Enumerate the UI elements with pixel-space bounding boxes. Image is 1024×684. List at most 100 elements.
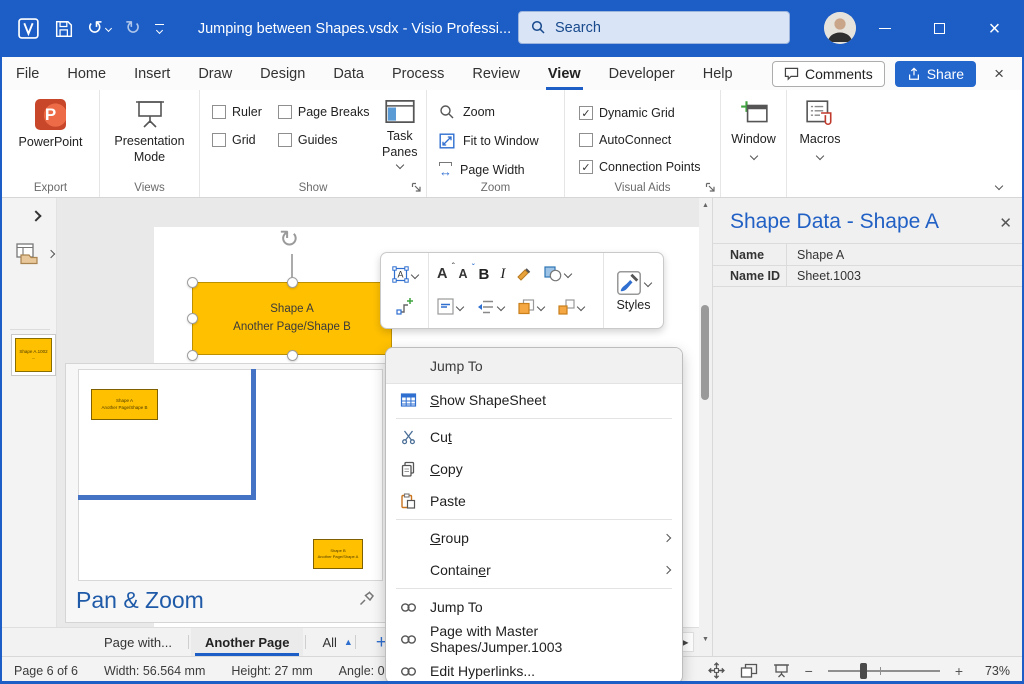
selection-handle[interactable] — [187, 277, 198, 288]
page-tab-another-page[interactable]: Another Page — [191, 628, 304, 656]
tab-developer[interactable]: Developer — [595, 57, 689, 90]
checkbox-dynamic-grid[interactable]: Dynamic Grid — [579, 106, 716, 120]
window-button[interactable]: Window — [725, 97, 782, 179]
position-button[interactable] — [477, 299, 504, 315]
tab-data[interactable]: Data — [319, 57, 378, 90]
align-text-button[interactable] — [437, 298, 463, 315]
share-button[interactable]: Share — [895, 61, 976, 87]
collapse-ribbon-icon[interactable] — [995, 182, 1003, 190]
tab-view[interactable]: View — [534, 57, 595, 90]
close-panel-icon[interactable]: ✕ — [999, 214, 1012, 232]
tab-draw[interactable]: Draw — [184, 57, 246, 90]
menu-item-group[interactable]: Group — [386, 522, 682, 554]
selection-handle[interactable] — [187, 313, 198, 324]
minimize-button[interactable] — [857, 0, 912, 57]
rotation-handle-icon[interactable]: ↻ — [279, 228, 299, 252]
close-pane-icon[interactable]: × — [986, 64, 1012, 84]
bold-button[interactable]: B — [479, 266, 490, 283]
redo-icon[interactable]: ↻ — [125, 19, 141, 38]
checkbox-connection-points[interactable]: Connection Points — [579, 160, 716, 174]
switch-windows-icon[interactable] — [740, 663, 758, 679]
italic-button[interactable]: I — [500, 266, 505, 283]
tab-file[interactable]: File — [2, 57, 53, 90]
tab-home[interactable]: Home — [53, 57, 120, 90]
group-label-export: Export — [2, 182, 99, 194]
save-icon[interactable] — [55, 20, 73, 38]
maximize-button[interactable] — [912, 0, 967, 57]
comments-button[interactable]: Comments — [772, 61, 885, 87]
selection-handle[interactable] — [287, 277, 298, 288]
expand-shapes-icon[interactable] — [30, 210, 41, 221]
fit-to-window-button[interactable]: Fit to Window — [431, 126, 560, 155]
menu-item-paste[interactable]: Paste — [386, 485, 682, 517]
zoom-slider[interactable] — [828, 663, 940, 679]
undo-icon[interactable]: ↺ — [87, 19, 111, 38]
bring-forward-button[interactable] — [518, 299, 544, 315]
change-shape-button[interactable] — [544, 266, 571, 282]
menu-item-cut[interactable]: Cut — [386, 421, 682, 453]
page-width-button[interactable]: ↔ Page Width — [431, 155, 560, 184]
page-tab-1[interactable]: Page with... — [90, 628, 186, 656]
visio-logo-icon[interactable] — [18, 17, 41, 40]
checkbox-guides[interactable]: Guides — [278, 133, 370, 147]
selection-handle[interactable] — [187, 350, 198, 361]
menu-item-container[interactable]: Container — [386, 554, 682, 586]
checkbox-page-breaks[interactable]: Page Breaks — [278, 105, 370, 119]
format-painter-icon[interactable] — [516, 266, 533, 283]
tab-help[interactable]: Help — [689, 57, 747, 90]
menu-item-jump-to[interactable]: Jump To — [386, 591, 682, 623]
viewport-rect-bottom-edge[interactable] — [78, 495, 256, 500]
powerpoint-button[interactable]: P PowerPoint — [6, 97, 95, 179]
search-input[interactable] — [555, 20, 777, 36]
shape-a[interactable]: Shape A Another Page/Shape B — [192, 282, 392, 355]
all-pages-button[interactable]: All ▲ — [322, 635, 352, 650]
tab-design[interactable]: Design — [246, 57, 319, 90]
styles-button[interactable]: Styles — [603, 253, 663, 328]
text-box-button[interactable]: A — [392, 266, 418, 283]
avatar[interactable] — [824, 12, 856, 44]
shrink-font-button[interactable]: Aˇ — [458, 267, 467, 281]
stencil-icon[interactable] — [16, 243, 54, 265]
zoom-in-icon[interactable]: + — [955, 663, 963, 679]
pin-icon[interactable] — [359, 590, 375, 606]
search-box[interactable] — [518, 11, 790, 44]
menu-item-page-with-master-shapes[interactable]: Page with Master Shapes/Jumper.1003 — [386, 623, 682, 655]
title-bar: ↺ ↻ Jumping between Shapes.vsdx - Visio … — [2, 0, 1022, 57]
menu-item-copy[interactable]: Copy — [386, 453, 682, 485]
menu-item-edit-hyperlinks[interactable]: Edit Hyperlinks... — [386, 655, 682, 684]
grow-font-button[interactable]: Aˆ — [437, 266, 447, 282]
scrollbar-thumb[interactable] — [701, 305, 709, 400]
undo-dropdown-icon[interactable] — [105, 25, 112, 32]
show-dialog-launcher-icon[interactable] — [411, 182, 422, 193]
checkbox-grid[interactable]: Grid — [212, 133, 262, 147]
close-button[interactable]: × — [967, 0, 1022, 57]
tab-insert[interactable]: Insert — [120, 57, 184, 90]
scroll-up-icon[interactable]: ▲ — [699, 202, 712, 209]
menu-item-show-shapesheet[interactable]: Show ShapeSheet — [386, 384, 682, 416]
presentation-mode-status-icon[interactable] — [773, 663, 790, 678]
pan-zoom-status-icon[interactable] — [708, 662, 725, 679]
zoom-out-icon[interactable]: − — [805, 663, 813, 679]
customize-qat-icon[interactable] — [155, 24, 164, 34]
scroll-down-icon[interactable]: ▼ — [699, 636, 712, 643]
selection-handle[interactable] — [287, 350, 298, 361]
checkbox-autoconnect[interactable]: AutoConnect — [579, 133, 716, 147]
tab-review[interactable]: Review — [458, 57, 534, 90]
task-panes-button[interactable]: Task Panes — [377, 97, 422, 179]
status-page-indicator[interactable]: Page 6 of 6 — [14, 664, 78, 678]
tab-process[interactable]: Process — [378, 57, 458, 90]
group-shapes-button[interactable] — [558, 299, 584, 315]
checkbox-ruler[interactable]: Ruler — [212, 105, 262, 119]
master-shape-thumbnail[interactable]: Shape A.1002 ... — [11, 334, 56, 376]
zoom-level[interactable]: 73% — [978, 664, 1010, 678]
macros-button[interactable]: Macros — [791, 97, 849, 179]
visual-aids-dialog-launcher-icon[interactable] — [705, 182, 716, 193]
zoom-slider-thumb[interactable] — [860, 663, 867, 679]
presentation-mode-button[interactable]: Presentation Mode — [104, 97, 195, 179]
connector-button[interactable] — [396, 297, 414, 315]
status-width[interactable]: Width: 56.564 mm — [104, 664, 205, 678]
zoom-button[interactable]: Zoom — [431, 97, 560, 126]
viewport-rect-right-edge[interactable] — [251, 369, 256, 500]
status-height[interactable]: Height: 27 mm — [231, 664, 312, 678]
table-row: Name Shape A — [713, 243, 1022, 265]
